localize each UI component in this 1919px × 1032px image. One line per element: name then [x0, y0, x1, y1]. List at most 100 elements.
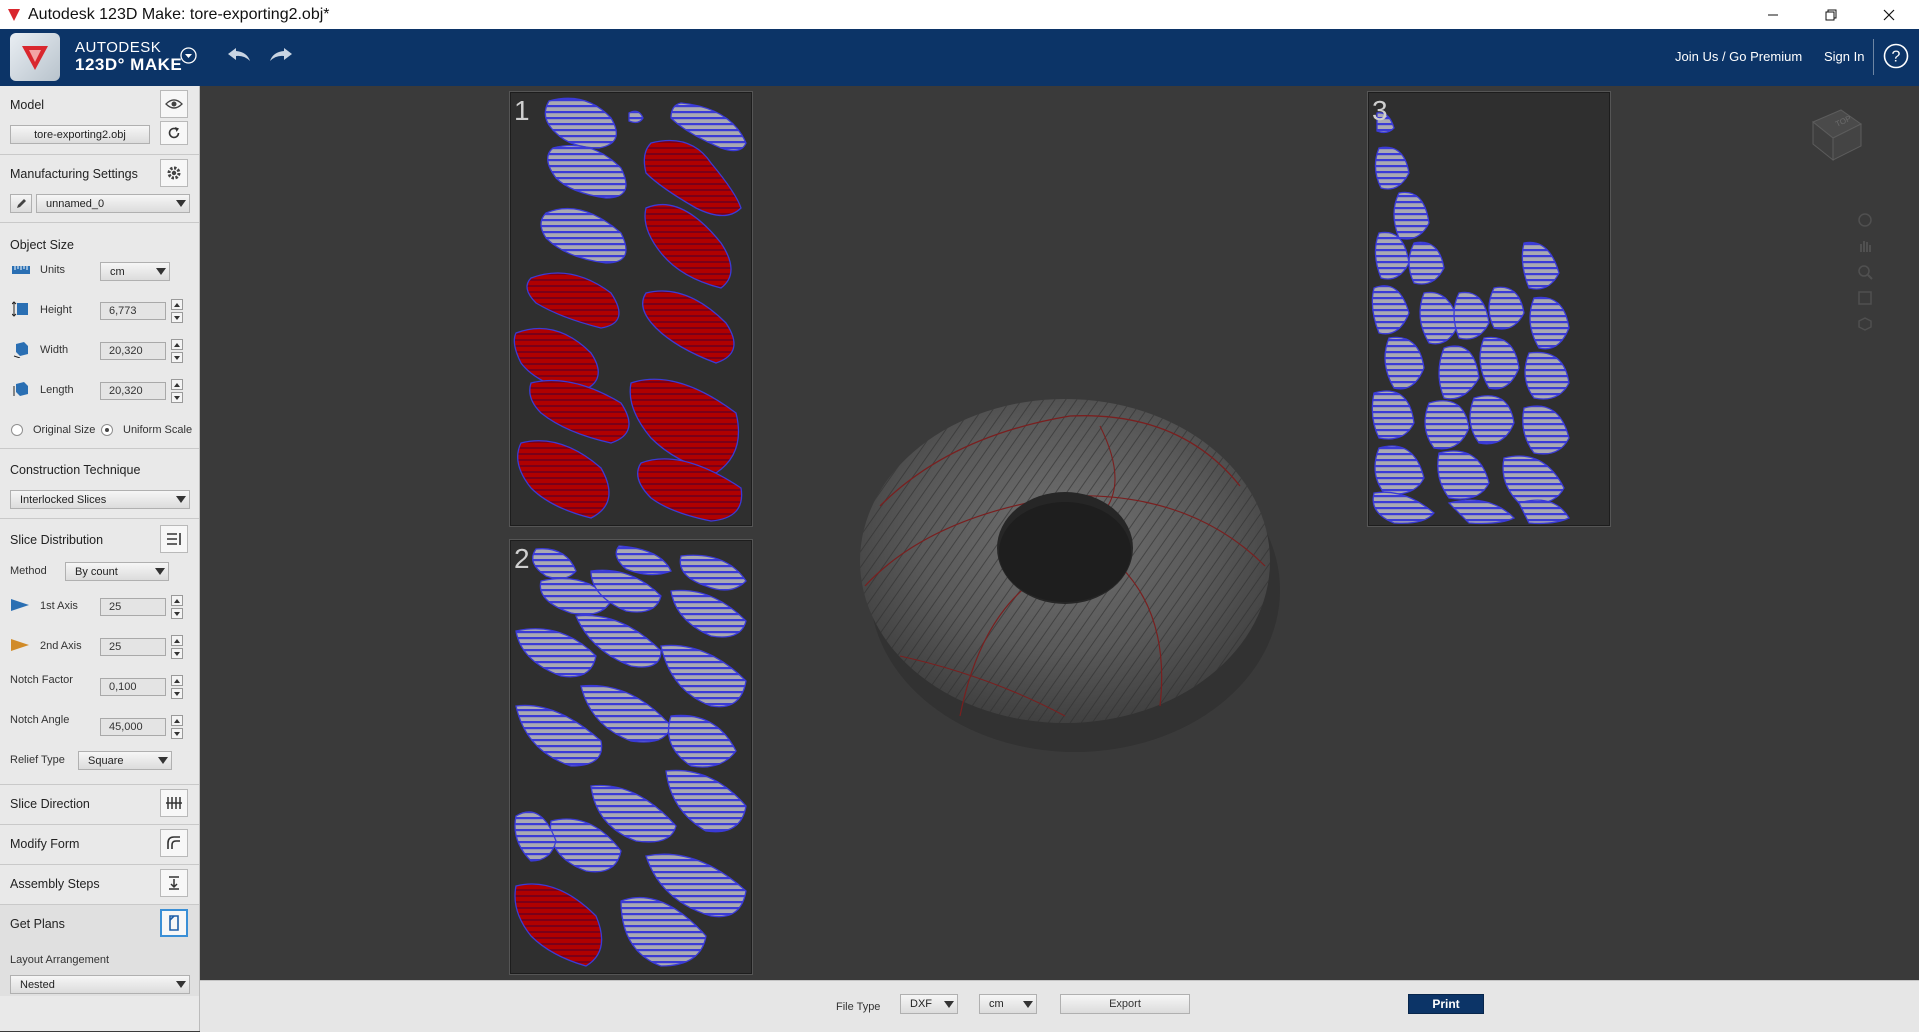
arrow-up-icon	[174, 342, 180, 347]
notch-factor-label: Notch Factor	[10, 674, 73, 686]
reload-model-button[interactable]	[160, 121, 188, 145]
model-file-button[interactable]: tore-exporting2.obj	[10, 125, 150, 144]
sheet-1[interactable]: 1	[509, 91, 753, 527]
orbit-icon[interactable]	[1857, 212, 1873, 228]
width-stepper[interactable]	[171, 339, 183, 363]
height-stepper[interactable]	[171, 299, 183, 323]
height-input[interactable]: 6,773	[100, 302, 166, 320]
layout-arrangement-dropdown[interactable]: Nested	[10, 975, 190, 994]
torus-model[interactable]	[840, 376, 1290, 766]
minimize-button[interactable]	[1744, 0, 1802, 29]
uniform-scale-radio[interactable]	[101, 424, 113, 436]
export-units-dropdown[interactable]: cm	[979, 994, 1037, 1014]
chevron-down-icon	[1023, 1000, 1033, 1008]
second-axis-icon	[11, 639, 29, 651]
app-logo-icon	[22, 46, 48, 70]
get-plans-button[interactable]	[160, 909, 188, 937]
first-axis-input[interactable]: 25	[100, 598, 166, 616]
arrow-up-icon	[174, 302, 180, 307]
original-size-radio[interactable]	[11, 424, 23, 436]
manufacturing-settings-button[interactable]	[160, 159, 188, 187]
units-value: cm	[110, 265, 125, 278]
edit-material-button[interactable]	[10, 194, 32, 213]
fit-view-icon[interactable]	[1857, 290, 1873, 306]
units-label: Units	[40, 264, 66, 276]
units-dropdown[interactable]: cm	[100, 262, 170, 281]
section-divider	[0, 448, 199, 449]
arrow-down-icon	[174, 651, 180, 656]
minimize-icon	[1768, 14, 1778, 15]
notch-factor-stepper[interactable]	[171, 675, 183, 699]
modify-form-button[interactable]	[160, 829, 188, 857]
sheet-2-slices	[514, 545, 747, 967]
file-type-value: DXF	[910, 998, 932, 1010]
model-file-name: tore-exporting2.obj	[34, 128, 126, 141]
app-logo[interactable]	[10, 33, 60, 81]
refresh-icon	[168, 127, 180, 139]
model-visibility-button[interactable]	[160, 90, 188, 118]
length-input[interactable]: 20,320	[100, 382, 166, 400]
notch-factor-input[interactable]: 0,100	[100, 678, 166, 696]
second-axis-label: 2nd Axis	[40, 640, 82, 652]
app-logo-icon	[8, 9, 20, 21]
home-cube-icon[interactable]	[1857, 316, 1873, 332]
construction-title: Construction Technique	[10, 463, 141, 477]
assembly-steps-button[interactable]	[160, 869, 188, 897]
sheet-1-slices	[513, 97, 747, 522]
sheet-2[interactable]: 2	[509, 539, 753, 975]
pencil-icon	[17, 198, 26, 208]
section-divider	[0, 864, 199, 865]
width-label: Width	[40, 344, 69, 356]
redo-icon[interactable]	[268, 45, 294, 65]
height-icon	[12, 301, 28, 317]
arrow-up-icon	[174, 598, 180, 603]
second-axis-input[interactable]: 25	[100, 638, 166, 656]
section-divider	[0, 154, 199, 155]
arrow-up-icon	[174, 382, 180, 387]
notch-angle-stepper[interactable]	[171, 715, 183, 739]
length-stepper[interactable]	[171, 379, 183, 403]
slice-distribution-button[interactable]	[160, 525, 188, 553]
sheet-3[interactable]: 3	[1367, 91, 1611, 527]
width-input[interactable]: 20,320	[100, 342, 166, 360]
material-preset-dropdown[interactable]: unnamed_0	[36, 194, 190, 213]
app-header: AUTODESK 123D° MAKE Join Us / Go Premium…	[0, 29, 1919, 86]
material-preset-value: unnamed_0	[46, 197, 105, 210]
chevron-down-icon	[156, 268, 166, 275]
settings-sidebar: Model tore-exporting2.obj Manufacturing …	[0, 86, 200, 1031]
relief-type-value: Square	[88, 754, 124, 767]
help-icon[interactable]: ?	[1883, 43, 1909, 69]
restore-button[interactable]	[1802, 0, 1860, 29]
eye-icon	[165, 99, 183, 109]
sign-in-link[interactable]: Sign In	[1824, 49, 1864, 64]
second-axis-stepper[interactable]	[171, 635, 183, 659]
export-units-value: cm	[989, 998, 1004, 1010]
undo-icon[interactable]	[226, 45, 252, 65]
file-type-dropdown[interactable]: DXF	[900, 994, 958, 1014]
construction-dropdown[interactable]: Interlocked Slices	[10, 490, 190, 509]
notch-angle-input[interactable]: 45,000	[100, 718, 166, 736]
construction-value: Interlocked Slices	[20, 493, 107, 506]
zoom-icon[interactable]	[1857, 264, 1873, 280]
method-dropdown[interactable]: By count	[65, 562, 169, 581]
method-label: Method	[10, 565, 47, 577]
view-cube[interactable]: TOP	[1805, 102, 1867, 164]
method-value: By count	[75, 565, 118, 578]
sheet-3-number: 3	[1372, 95, 1388, 126]
print-button[interactable]: Print	[1408, 994, 1484, 1014]
section-divider	[0, 222, 199, 223]
slice-direction-title: Slice Direction	[10, 797, 90, 811]
join-premium-link[interactable]: Join Us / Go Premium	[1675, 49, 1802, 64]
menu-dropdown-icon[interactable]	[180, 47, 197, 64]
pan-hand-icon[interactable]	[1857, 238, 1873, 254]
chevron-down-icon	[176, 981, 186, 988]
relief-type-dropdown[interactable]: Square	[78, 751, 172, 770]
export-button[interactable]: Export	[1060, 994, 1190, 1014]
window-title: Autodesk 123D Make: tore-exporting2.obj*	[28, 6, 330, 23]
first-axis-stepper[interactable]	[171, 595, 183, 619]
ruler-icon	[12, 266, 30, 274]
close-button[interactable]	[1860, 0, 1918, 29]
3d-viewport[interactable]: 1 2 3 TOP	[200, 86, 1919, 980]
length-label: Length	[40, 384, 74, 396]
slice-direction-button[interactable]	[160, 789, 188, 817]
